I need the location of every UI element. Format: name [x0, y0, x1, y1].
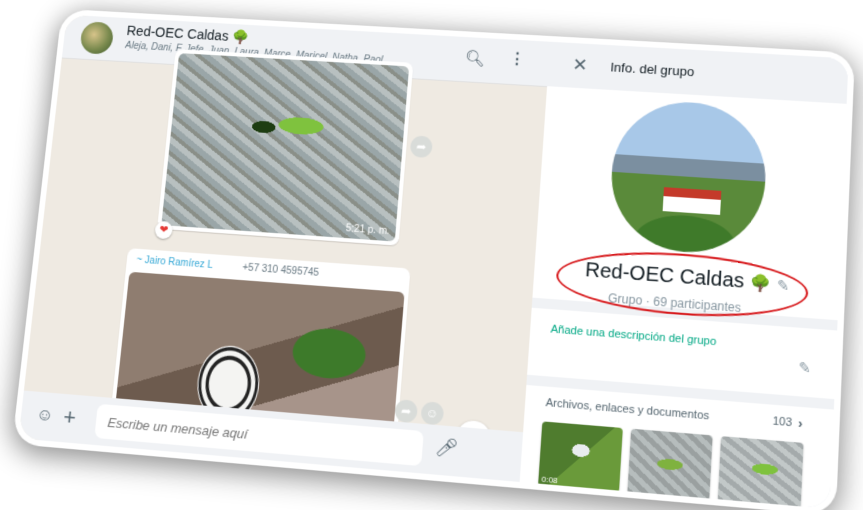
close-icon[interactable]: ✕: [572, 55, 588, 76]
media-thumbnail[interactable]: [627, 428, 713, 501]
group-avatar[interactable]: [79, 21, 115, 55]
group-description: Añade una descripción del grupo ✎: [527, 307, 838, 400]
group-photo[interactable]: [607, 98, 769, 258]
chevron-right-icon[interactable]: ›: [798, 415, 803, 431]
media-label[interactable]: Archivos, enlaces y documentos: [545, 397, 709, 423]
media-thumbnail[interactable]: [717, 436, 804, 509]
image-message[interactable]: 5:21 p. m.: [157, 49, 414, 246]
grasshopper-photo[interactable]: [161, 53, 410, 242]
info-title: Info. del grupo: [609, 59, 695, 80]
forward-icon[interactable]: ➦: [409, 135, 434, 159]
media-count[interactable]: 103: [772, 415, 792, 429]
add-description-link[interactable]: Añade una descripción del grupo: [550, 323, 716, 348]
plus-icon[interactable]: +: [62, 404, 77, 431]
mic-icon[interactable]: 🎤︎: [434, 436, 459, 460]
group-info-panel: ✕ Info. del grupo Red-OEC Caldas 🌳 ✎ Grup…: [519, 41, 849, 509]
media-thumbnail-video[interactable]: 0:08: [538, 421, 623, 493]
menu-dots-icon[interactable]: ⋮: [509, 49, 526, 69]
pencil-icon[interactable]: ✎: [798, 359, 811, 378]
group-profile: Red-OEC Caldas 🌳 ✎ Grupo · 69 participant…: [532, 86, 847, 325]
video-duration: 0:08: [541, 474, 558, 486]
media-section: Archivos, enlaces y documentos 103 › 0:0…: [519, 384, 834, 509]
whatsapp-window: Red-OEC Caldas 🌳 Aleja, Dani, F, Jefe, J…: [18, 14, 849, 509]
chat-panel: Red-OEC Caldas 🌳 Aleja, Dani, F, Jefe, J…: [18, 14, 552, 490]
sender-phone: +57 310 4595745: [242, 262, 320, 279]
search-icon[interactable]: 🔍︎: [464, 49, 485, 69]
heart-reaction[interactable]: ❤: [154, 220, 174, 240]
emoji-icon[interactable]: ☺: [35, 405, 55, 426]
sender-name[interactable]: ~ Jairo Ramírez L: [136, 255, 213, 271]
emoji-reaction-icon[interactable]: ☺: [420, 401, 445, 426]
